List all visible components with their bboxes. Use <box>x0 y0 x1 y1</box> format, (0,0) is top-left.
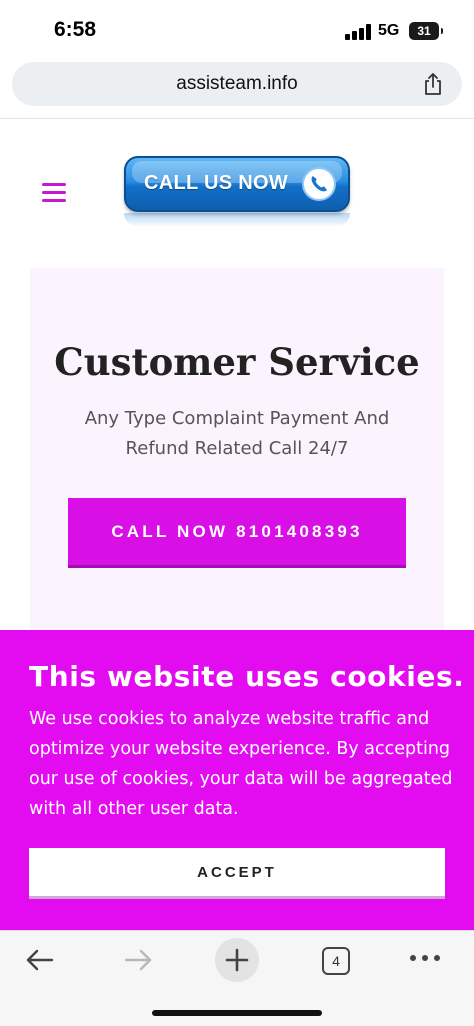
battery-level: 31 <box>417 24 431 38</box>
forward-arrow-icon[interactable] <box>122 947 154 973</box>
address-bar[interactable]: assisteam.info <box>12 62 462 106</box>
hero-subtitle: Any Type Complaint Payment And Refund Re… <box>84 408 390 459</box>
cookie-banner: This website uses cookies. We use cookie… <box>0 630 474 930</box>
call-us-now-text: CALL US NOW <box>144 172 289 194</box>
page-title: Customer Service <box>54 340 420 384</box>
cookie-message: We use cookies to analyze website traffi… <box>29 709 453 819</box>
share-icon[interactable] <box>422 72 444 96</box>
top-divider <box>0 118 474 119</box>
plus-icon <box>225 948 249 972</box>
battery-icon: 31 <box>409 22 443 40</box>
banner-reflection <box>124 213 350 227</box>
network-type: 5G <box>378 22 400 39</box>
hero-card: Customer Service Any Type Complaint Paym… <box>30 268 444 648</box>
call-us-now-banner[interactable]: CALL US NOW <box>124 156 350 212</box>
back-arrow-icon[interactable] <box>24 947 56 973</box>
tabs-button[interactable]: 4 <box>322 947 350 975</box>
more-dots-icon[interactable] <box>410 955 442 963</box>
new-tab-button[interactable] <box>215 938 259 982</box>
tab-count: 4 <box>332 953 340 969</box>
cookie-title: This website uses cookies. <box>29 660 465 693</box>
signal-icon <box>345 24 371 40</box>
accept-button[interactable]: ACCEPT <box>29 848 445 896</box>
url-text[interactable]: assisteam.info <box>12 73 462 95</box>
hamburger-menu-icon[interactable] <box>42 183 66 203</box>
status-bar: 6:58 5G 31 <box>0 0 474 58</box>
phone-icon <box>302 167 336 201</box>
status-time: 6:58 <box>54 18 97 41</box>
call-now-button[interactable]: CALL NOW 8101408393 <box>68 498 406 565</box>
home-indicator <box>152 1010 322 1016</box>
